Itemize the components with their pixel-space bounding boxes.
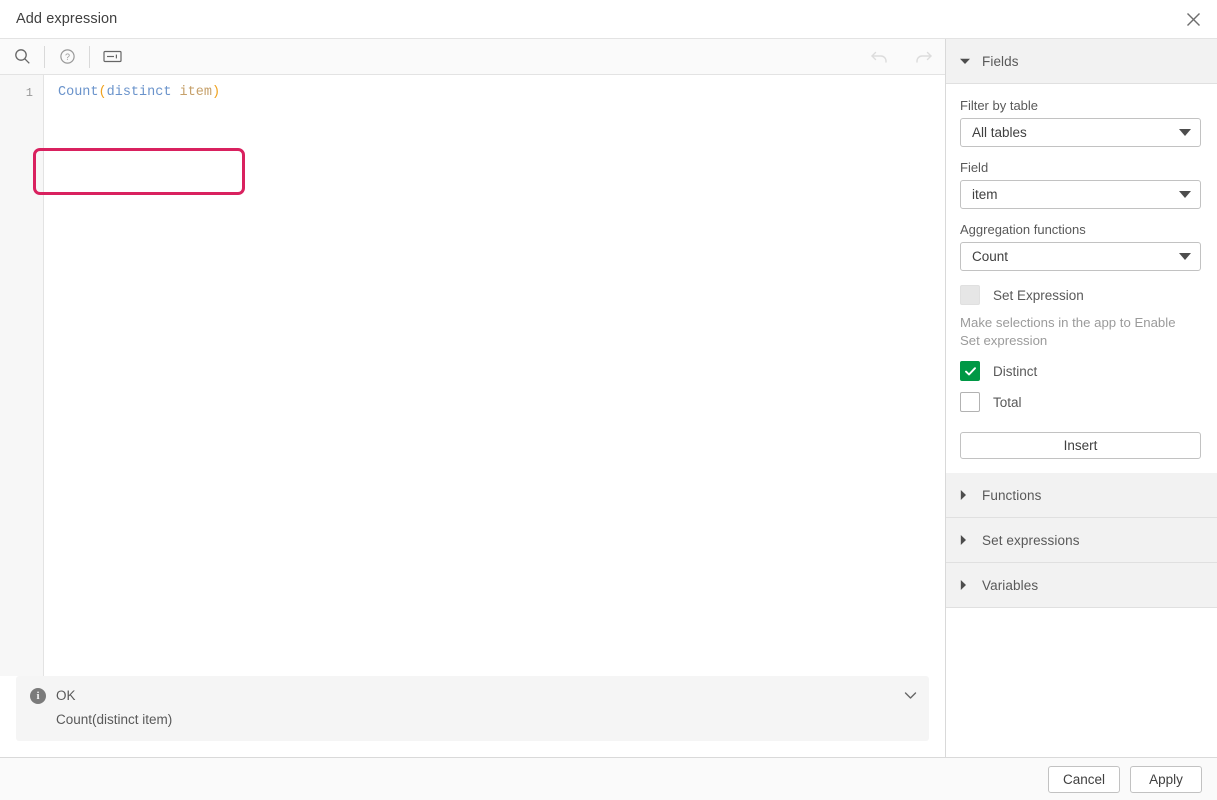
filter-by-table-label: Filter by table bbox=[960, 98, 1201, 113]
caret-right-icon bbox=[960, 535, 976, 545]
svg-text:?: ? bbox=[64, 52, 69, 62]
accordion-header-variables[interactable]: Variables bbox=[946, 563, 1217, 608]
status-detail: Count(distinct item) bbox=[30, 711, 915, 728]
filter-by-table-value: All tables bbox=[972, 125, 1173, 140]
total-checkbox[interactable] bbox=[960, 392, 980, 412]
set-expression-hint: Make selections in the app to Enable Set… bbox=[960, 314, 1195, 350]
status-title: OK bbox=[56, 687, 915, 704]
chevron-down-icon bbox=[1179, 129, 1191, 136]
dialog-footer: Cancel Apply bbox=[0, 758, 1217, 800]
cancel-button[interactable]: Cancel bbox=[1048, 766, 1120, 793]
validation-status-box[interactable]: i OK Count(distinct item) bbox=[16, 676, 929, 741]
fields-panel-content: Filter by table All tables Field item Ag… bbox=[946, 84, 1217, 473]
caret-right-icon bbox=[960, 580, 976, 590]
accordion-label: Functions bbox=[982, 488, 1041, 503]
panel-filler bbox=[946, 608, 1217, 757]
caret-down-icon bbox=[960, 58, 976, 65]
text-field-icon[interactable] bbox=[90, 39, 134, 75]
insert-button[interactable]: Insert bbox=[960, 432, 1201, 459]
help-circle-icon[interactable]: ? bbox=[45, 39, 89, 75]
reference-panel: Fields Filter by table All tables Field … bbox=[946, 39, 1217, 757]
filter-by-table-select[interactable]: All tables bbox=[960, 118, 1201, 147]
undo-arrow-icon[interactable] bbox=[857, 39, 901, 75]
caret-right-icon bbox=[960, 490, 976, 500]
accordion-label: Fields bbox=[982, 54, 1019, 69]
accordion-header-fields[interactable]: Fields bbox=[946, 39, 1217, 84]
chevron-down-icon[interactable] bbox=[904, 688, 917, 703]
dialog-body: ? bbox=[0, 39, 1217, 758]
redo-arrow-icon[interactable] bbox=[901, 39, 945, 75]
accordion-header-set-expressions[interactable]: Set expressions bbox=[946, 518, 1217, 563]
token-field: item bbox=[180, 85, 212, 100]
status-texts: OK Count(distinct item) bbox=[56, 687, 915, 728]
token-close-paren: ) bbox=[212, 85, 220, 100]
accordion-header-functions[interactable]: Functions bbox=[946, 473, 1217, 518]
set-expression-row[interactable]: Set Expression bbox=[960, 285, 1201, 305]
apply-button[interactable]: Apply bbox=[1130, 766, 1202, 793]
token-function: Count bbox=[58, 85, 99, 100]
token-open-paren: ( bbox=[99, 85, 107, 100]
code-lines[interactable]: Count(distinct item) bbox=[44, 75, 945, 676]
aggregation-functions-value: Count bbox=[972, 249, 1173, 264]
chevron-down-icon bbox=[1179, 191, 1191, 198]
field-value: item bbox=[972, 187, 1173, 202]
aggregation-functions-label: Aggregation functions bbox=[960, 222, 1201, 237]
aggregation-functions-select[interactable]: Count bbox=[960, 242, 1201, 271]
set-expression-label: Set Expression bbox=[993, 288, 1084, 303]
add-expression-dialog: Add expression bbox=[0, 0, 1217, 800]
field-label: Field bbox=[960, 160, 1201, 175]
editor-toolbar: ? bbox=[0, 39, 945, 75]
close-icon[interactable] bbox=[1169, 0, 1217, 38]
distinct-label: Distinct bbox=[993, 364, 1037, 379]
distinct-row[interactable]: Distinct bbox=[960, 361, 1201, 381]
dialog-titlebar: Add expression bbox=[0, 0, 1217, 39]
set-expression-checkbox bbox=[960, 285, 980, 305]
total-label: Total bbox=[993, 395, 1022, 410]
status-wrap: i OK Count(distinct item) bbox=[0, 676, 945, 757]
distinct-checkbox[interactable] bbox=[960, 361, 980, 381]
expression-editor-pane: ? bbox=[0, 39, 946, 757]
line-number-gutter: 1 bbox=[0, 75, 44, 676]
dialog-title: Add expression bbox=[16, 11, 1169, 27]
line-number: 1 bbox=[0, 82, 33, 104]
expression-line[interactable]: Count(distinct item) bbox=[58, 82, 945, 104]
code-area[interactable]: 1 Count(distinct item) bbox=[0, 75, 945, 676]
field-select[interactable]: item bbox=[960, 180, 1201, 209]
info-icon: i bbox=[30, 688, 46, 704]
accordion-label: Set expressions bbox=[982, 533, 1080, 548]
total-row[interactable]: Total bbox=[960, 392, 1201, 412]
token-keyword: distinct bbox=[107, 85, 172, 100]
search-icon[interactable] bbox=[0, 39, 44, 75]
token-space bbox=[171, 85, 179, 100]
chevron-down-icon bbox=[1179, 253, 1191, 260]
accordion-label: Variables bbox=[982, 578, 1038, 593]
